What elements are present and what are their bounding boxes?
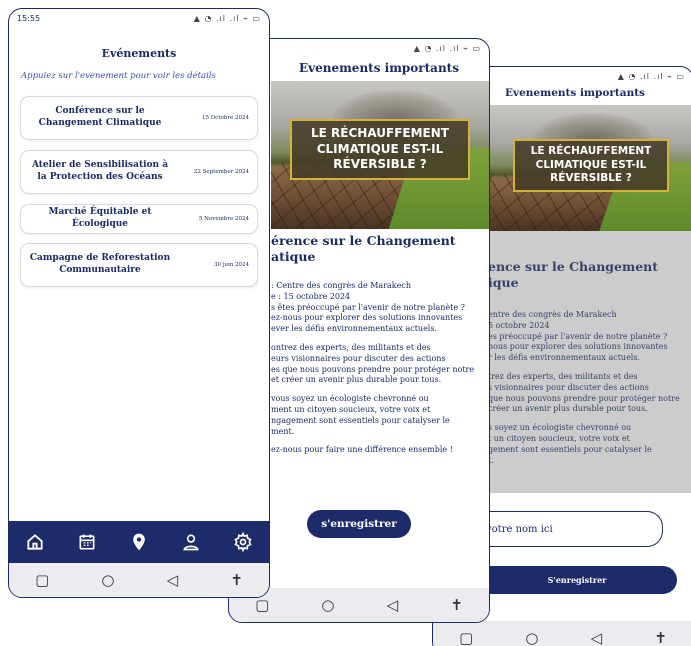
- user-icon[interactable]: [179, 530, 203, 554]
- status-icons: ▲ ◔ .ıl .ıl ⌁ ▭: [617, 71, 685, 81]
- event-name: Atelier de Sensibilisation à la Protecti…: [31, 160, 169, 182]
- body-line: e : 15 octobre 2024: [271, 291, 351, 301]
- recents-icon[interactable]: ▢: [459, 629, 473, 646]
- event-detail-body: : Centre des congrès de Marakech e : 15 …: [271, 281, 489, 456]
- phone-screen-events-list: 15:55 ▲ ◔ .ıl .ıl ⌁ ▭ Evénements Appuiez…: [8, 8, 270, 598]
- body-line: ngagement sont essentiels pour catalyser…: [271, 415, 450, 425]
- recents-icon[interactable]: ▢: [35, 571, 49, 589]
- event-banner-image: LE RÉCHAUFFEMENT CLIMATIQUE EST-IL RÉVER…: [271, 81, 489, 229]
- event-name: Campagne de Reforestation Communautaire: [29, 253, 171, 275]
- banner-headline: LE RÉCHAUFFEMENT CLIMATIQUE EST-IL RÉVER…: [513, 139, 669, 192]
- event-card[interactable]: Conférence sur le Changement Climatique …: [20, 96, 258, 140]
- back-icon[interactable]: ◁: [167, 571, 179, 589]
- name-input[interactable]: votre nom ici: [473, 511, 663, 547]
- recents-icon[interactable]: ▢: [255, 596, 269, 614]
- body-line: ment.: [271, 426, 295, 436]
- body-line: vous soyez un écologiste chevronné ou: [271, 394, 429, 404]
- accessibility-icon[interactable]: ✝: [230, 571, 243, 589]
- event-date: 22 September 2024: [193, 169, 249, 175]
- status-time: 15:55: [17, 13, 41, 23]
- settings-gear-icon[interactable]: [231, 530, 255, 554]
- banner-headline: LE RÉCHAUFFEMENT CLIMATIQUE EST-IL RÉVER…: [290, 119, 470, 180]
- body-line: ez-nous pour faire une différence ensemb…: [271, 445, 453, 455]
- page-subtitle: Appuiez sur l'evenement pour voir les dé…: [21, 71, 216, 81]
- status-icons: ▲ ◔ .ıl .ıl ⌁ ▭: [193, 13, 261, 23]
- scroll-overlay: [488, 231, 691, 493]
- body-line: ez-nous pour explorer des solutions inno…: [271, 313, 463, 323]
- event-name: Marché Équitable et Écologique: [48, 207, 152, 229]
- home-circle-icon[interactable]: ○: [321, 596, 334, 614]
- body-line: et créer un avenir plus durable pour tou…: [271, 375, 442, 385]
- status-icons: ▲ ◔ .ıl .ıl ⌁ ▭: [413, 43, 481, 53]
- body-line: ment un citoyen soucieux, votre voix et: [271, 404, 431, 414]
- bottom-tab-bar: [9, 521, 269, 563]
- event-date: 15 Octobre 2024: [201, 115, 249, 121]
- accessibility-icon[interactable]: ✝: [654, 629, 667, 646]
- event-banner-image: LE RÉCHAUFFEMENT CLIMATIQUE EST-IL RÉVER…: [488, 105, 691, 231]
- home-icon[interactable]: [23, 530, 47, 554]
- register-button[interactable]: S'enregistrer: [477, 566, 677, 594]
- event-date: 30 juin 2024: [213, 262, 249, 268]
- home-circle-icon[interactable]: ○: [101, 571, 114, 589]
- system-nav-bar: ▢ ○ ◁ ✝: [9, 563, 269, 597]
- event-card[interactable]: Campagne de Reforestation Communautaire …: [20, 243, 258, 287]
- event-date: 5 Novembre 2024: [198, 216, 249, 222]
- body-line: es que nous pouvons prendre pour protége…: [271, 364, 475, 374]
- page-title: Evénements: [101, 47, 177, 60]
- event-detail-title: érence sur le Changement atique: [271, 233, 456, 265]
- body-line: ontrez des experts, des militants et des: [271, 342, 431, 352]
- event-card[interactable]: Atelier de Sensibilisation à la Protecti…: [20, 150, 258, 194]
- event-card[interactable]: Marché Équitable et Écologique 5 Novembr…: [20, 204, 258, 234]
- body-line: ever les défis environnementaux actuels.: [271, 324, 438, 334]
- accessibility-icon[interactable]: ✝: [450, 596, 463, 614]
- event-name: Conférence sur le Changement Climatique: [38, 106, 162, 128]
- back-icon[interactable]: ◁: [591, 629, 603, 646]
- system-nav-bar: ▢ ○ ◁ ✝: [433, 621, 691, 646]
- body-line: : Centre des congrès de Marakech: [271, 281, 412, 290]
- status-bar: 15:55 ▲ ◔ .ıl .ıl ⌁ ▭: [9, 9, 269, 27]
- location-pin-icon[interactable]: [127, 530, 151, 554]
- register-button[interactable]: s'enregistrer: [307, 510, 411, 538]
- back-icon[interactable]: ◁: [387, 596, 399, 614]
- body-line: s êtes préoccupé par l'avenir de notre p…: [271, 302, 465, 312]
- home-circle-icon[interactable]: ○: [525, 629, 538, 646]
- calendar-icon[interactable]: [75, 530, 99, 554]
- body-line: eurs visionnaires pour discuter des acti…: [271, 353, 446, 363]
